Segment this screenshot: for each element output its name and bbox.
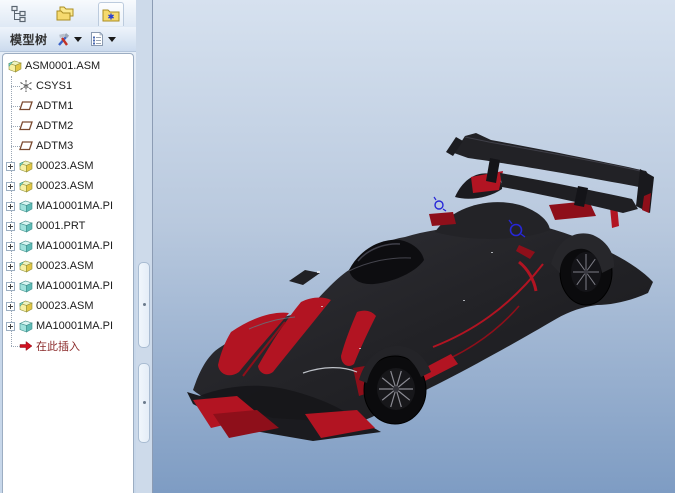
tree-row[interactable]: 00023.ASM	[3, 156, 133, 176]
insert-here-arrow-icon	[19, 339, 33, 353]
tree-settings-button[interactable]	[55, 31, 82, 47]
folder-browser-icon	[55, 5, 75, 23]
tree-row[interactable]: ADTM2	[3, 116, 133, 136]
tree-row[interactable]: 0001.PRT	[3, 216, 133, 236]
tree-row[interactable]: 00023.ASM	[3, 256, 133, 276]
expand-plus-icon[interactable]	[6, 302, 15, 311]
tree-item-label: ADTM1	[36, 100, 73, 112]
tree-item-label: ASM0001.ASM	[25, 60, 100, 72]
tab-favorites[interactable]	[98, 2, 124, 26]
tree-row-root[interactable]: ASM0001.ASM	[3, 56, 133, 76]
tree-row[interactable]: ADTM3	[3, 136, 133, 156]
chevron-down-icon	[108, 37, 116, 42]
graphics-viewport[interactable]	[152, 0, 675, 493]
navigator-sash	[136, 0, 152, 493]
tree-item-label: MA10001MA.PI	[36, 280, 113, 292]
tab-folder-browser[interactable]	[52, 2, 78, 26]
expand-plus-icon[interactable]	[6, 182, 15, 191]
navigator-tab-bar	[0, 0, 152, 27]
tree-show-button[interactable]	[89, 31, 116, 47]
expand-plus-icon[interactable]	[6, 322, 15, 331]
expand-plus-icon[interactable]	[6, 202, 15, 211]
cockpit-red-patch	[429, 212, 456, 226]
tree-item-label: 0001.PRT	[36, 220, 85, 232]
assembly-icon	[19, 179, 33, 193]
sash-handle-lower[interactable]	[138, 363, 150, 443]
part-icon	[19, 319, 33, 333]
car-model[interactable]	[187, 133, 654, 441]
tree-item-label: 00023.ASM	[36, 260, 93, 272]
tab-model-tree[interactable]	[6, 2, 32, 26]
part-icon	[19, 199, 33, 213]
tree-row[interactable]: MA10001MA.PI	[3, 236, 133, 256]
tree-row[interactable]: 00023.ASM	[3, 296, 133, 316]
tree-item-label: 00023.ASM	[36, 300, 93, 312]
csys-icon	[19, 79, 33, 93]
assembly-icon	[8, 59, 22, 73]
chevron-down-icon	[74, 37, 82, 42]
model-tree: ASM0001.ASM CSYS1 ADTM1 ADTM2 ADTM3 0002…	[2, 53, 134, 493]
assembly-icon	[19, 259, 33, 273]
tree-item-label: 在此插入	[36, 338, 80, 354]
tree-item-label: 00023.ASM	[36, 160, 93, 172]
tree-row[interactable]: MA10001MA.PI	[3, 276, 133, 296]
sash-grip-dot	[143, 401, 146, 404]
part-icon	[19, 239, 33, 253]
tree-row[interactable]: 00023.ASM	[3, 176, 133, 196]
tree-item-label: CSYS1	[36, 80, 72, 92]
expand-plus-icon[interactable]	[6, 222, 15, 231]
tree-row[interactable]: MA10001MA.PI	[3, 316, 133, 336]
assembly-icon	[19, 299, 33, 313]
model-tree-header: 模型树	[0, 27, 152, 52]
part-icon	[19, 219, 33, 233]
sash-handle-upper[interactable]	[138, 262, 150, 348]
tree-item-label: MA10001MA.PI	[36, 320, 113, 332]
tree-item-label: ADTM2	[36, 120, 73, 132]
datum-plane-icon	[19, 139, 33, 153]
rear-wing	[446, 133, 654, 213]
datum-plane-icon	[19, 99, 33, 113]
tree-row-insert-here[interactable]: 在此插入	[3, 336, 133, 356]
datum-marker[interactable]	[434, 197, 446, 211]
tree-row[interactable]: CSYS1	[3, 76, 133, 96]
front-fender-fin	[289, 270, 320, 285]
show-list-icon	[89, 31, 105, 47]
panel-title: 模型树	[10, 31, 48, 48]
tree-row[interactable]: MA10001MA.PI	[3, 196, 133, 216]
expand-plus-icon[interactable]	[6, 262, 15, 271]
expand-plus-icon[interactable]	[6, 242, 15, 251]
expand-plus-icon[interactable]	[6, 162, 15, 171]
part-icon	[19, 279, 33, 293]
sash-grip-dot	[143, 303, 146, 306]
model-tree-tab-icon	[10, 5, 28, 23]
tree-row[interactable]: ADTM1	[3, 96, 133, 116]
settings-tools-icon	[55, 31, 71, 47]
tree-item-label: MA10001MA.PI	[36, 200, 113, 212]
favorites-icon	[101, 6, 121, 24]
navigator-panel: 模型树 ASM0001.ASM CSYS1 ADTM1 ADTM2	[0, 0, 152, 493]
tree-item-label: MA10001MA.PI	[36, 240, 113, 252]
deck-red-left	[471, 171, 503, 193]
assembly-icon	[19, 159, 33, 173]
expand-plus-icon[interactable]	[6, 282, 15, 291]
datum-plane-icon	[19, 119, 33, 133]
tree-item-label: ADTM3	[36, 140, 73, 152]
tree-item-label: 00023.ASM	[36, 180, 93, 192]
fin-highlight	[317, 271, 320, 273]
